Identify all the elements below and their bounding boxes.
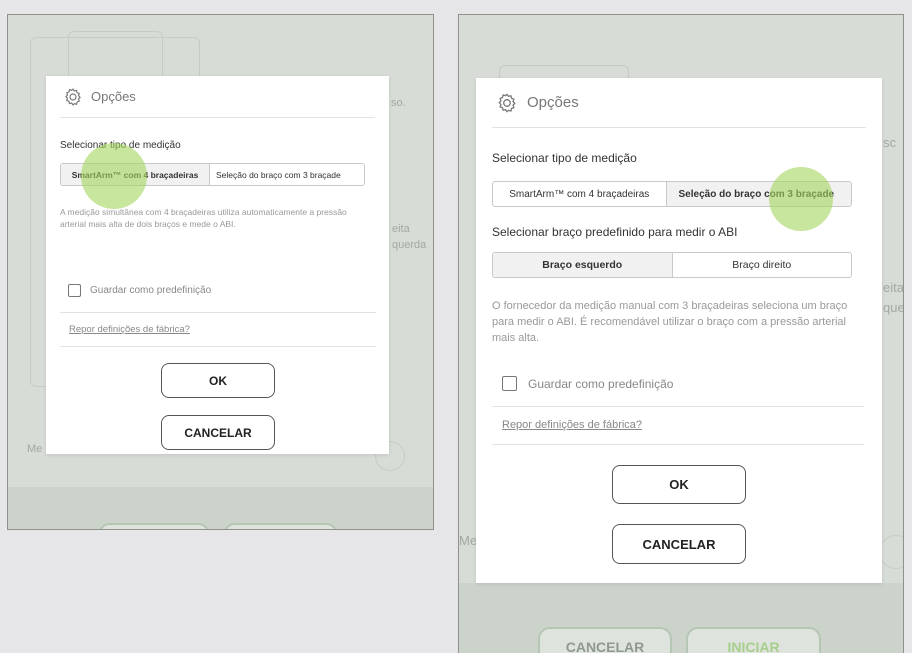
dialog-title: Opções [91,89,136,104]
background-gear-button [879,535,903,569]
cancel-button[interactable]: CANCELAR [612,524,746,564]
option-smartarm-4-cuffs[interactable]: SmartArm™ com 4 braçadeiras [493,182,666,206]
option-arm-selection-3-cuffs[interactable]: Seleção do braço com 3 braçade [209,164,364,185]
measurement-type-selector: SmartArm™ com 4 braçadeiras Seleção do b… [492,181,852,207]
save-default-label: Guardar como predefinição [528,376,674,391]
screenshot-right: sc eita que Me CANCELAR INICIAR Opções S… [458,14,904,653]
measurement-description: O fornecedor da medição manual com 3 bra… [492,300,848,344]
dialog-header: Opções [60,76,375,118]
background-text: so. [391,97,406,109]
dialog-title: Opções [527,94,579,111]
reset-factory-link[interactable]: Repor definições de fábrica? [502,419,642,431]
save-default-checkbox[interactable] [68,284,81,297]
option-arm-selection-3-cuffs[interactable]: Seleção do braço com 3 braçade [665,182,851,206]
reset-factory-link[interactable]: Repor definições de fábrica? [69,324,190,335]
measurement-description: A medição simultânea com 4 braçadeiras u… [60,207,347,229]
options-dialog: Opções Selecionar tipo de medição SmartA… [476,78,882,583]
save-default-checkbox[interactable] [502,376,517,391]
background-cancel-button: CANCELAR [538,627,672,653]
background-footer [459,583,903,653]
save-default-row[interactable]: Guardar como predefinição [492,361,864,407]
gear-icon [63,87,83,107]
gear-icon [496,92,518,114]
background-text: Me [459,533,478,548]
background-text: Me [27,443,43,455]
background-text: eita [392,223,410,235]
cancel-button[interactable]: CANCELAR [161,415,275,450]
background-text: sc [883,135,896,150]
background-text: que [883,300,904,315]
measurement-type-label: Selecionar tipo de medição [60,140,181,151]
reset-row: Repor definições de fábrica? [492,407,864,445]
ok-button[interactable]: OK [612,465,746,504]
background-text: querda [392,239,427,251]
background-button [223,523,338,529]
option-smartarm-4-cuffs[interactable]: SmartArm™ com 4 braçadeiras [61,164,209,185]
default-arm-label: Selecionar braço predefinido para medir … [492,225,738,239]
reset-row: Repor definições de fábrica? [60,313,376,347]
save-default-row[interactable]: Guardar como predefinição [60,269,376,313]
dialog-header: Opções [492,78,866,128]
background-button [98,523,210,529]
ok-button[interactable]: OK [161,363,275,398]
measurement-type-label: Selecionar tipo de medição [492,151,637,165]
options-dialog: Opções Selecionar tipo de medição SmartA… [46,76,389,454]
background-start-button: INICIAR [686,627,821,653]
option-right-arm[interactable]: Braço direito [671,253,852,277]
measurement-type-selector: SmartArm™ com 4 braçadeiras Seleção do b… [60,163,365,186]
option-left-arm[interactable]: Braço esquerdo [493,253,672,277]
screenshot-left: so. eita querda Me Opções Selecionar tip… [7,14,434,530]
save-default-label: Guardar como predefinição [90,285,212,296]
background-text: eita [883,280,904,295]
background-footer [8,487,433,529]
default-arm-selector: Braço esquerdo Braço direito [492,252,852,278]
